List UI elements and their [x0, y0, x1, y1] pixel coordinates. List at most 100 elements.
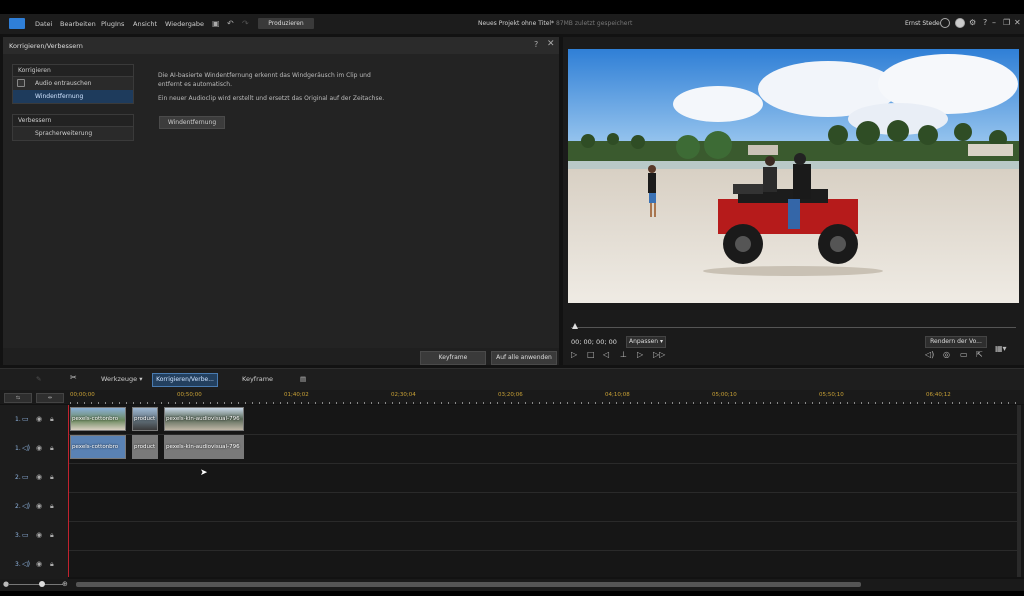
- preview-video-frame[interactable]: [568, 49, 1019, 303]
- track-header: 1. ▭ ◉ 🔒︎: [0, 405, 68, 434]
- cut-icon[interactable]: ✂: [70, 373, 77, 382]
- menu-datei[interactable]: Datei: [35, 20, 52, 28]
- fix-enhance-button[interactable]: Korrigieren/Verbe...: [152, 373, 218, 387]
- visibility-icon[interactable]: ◉: [36, 415, 42, 423]
- audio-clip[interactable]: pexels-cottonbro: [70, 435, 126, 459]
- camera-icon[interactable]: ◎: [943, 350, 950, 359]
- horizontal-scrollbar[interactable]: [76, 582, 861, 587]
- lock-icon[interactable]: 🔒︎: [50, 531, 54, 540]
- timeline-vertical-scrollbar[interactable]: [1017, 405, 1021, 577]
- track-label: 2.: [15, 503, 21, 510]
- track-video-1[interactable]: 1. ▭ ◉ 🔒︎ pexels-cottonbro product pexel…: [0, 405, 1018, 435]
- help-icon[interactable]: ?: [983, 18, 987, 27]
- prev-frame-icon[interactable]: ◁: [603, 350, 609, 359]
- timeline-playhead[interactable]: [68, 405, 69, 577]
- zoom-in-icon[interactable]: ⊕: [62, 580, 68, 588]
- lock-icon[interactable]: 🔒︎: [50, 560, 54, 569]
- undo-icon[interactable]: ↶: [227, 19, 234, 28]
- track-video-3[interactable]: 3. ▭ ◉ 🔒︎: [0, 521, 1018, 551]
- redo-icon[interactable]: ↷: [242, 19, 249, 28]
- panel-close-icon[interactable]: ✕: [547, 39, 555, 49]
- track-video-2[interactable]: 2. ▭ ◉ 🔒︎ ➤: [0, 463, 1018, 493]
- track-audio-1[interactable]: 1. ◁) ◉ 🔒︎ pexels-cottonbro product pexe…: [0, 434, 1018, 464]
- track-audio-2[interactable]: 2. ◁) ◉ 🔒︎: [0, 492, 1018, 522]
- timeline-toolbar: ✎ ✂ Werkzeuge ▾ Korrigieren/Verbe... Key…: [0, 368, 1024, 390]
- menu-wiedergabe[interactable]: Wiedergabe: [165, 20, 204, 28]
- option-audio-entrauschen[interactable]: Audio entrauschen: [13, 77, 133, 90]
- audio-clip[interactable]: product: [132, 435, 158, 459]
- track-manager-button[interactable]: ⇆: [4, 393, 32, 403]
- option-label: Audio entrauschen: [35, 80, 92, 87]
- timeline-scroll-area: ● ⊕: [0, 579, 1024, 591]
- track-audio-3[interactable]: 3. ◁) ◉ 🔒︎: [0, 550, 1018, 580]
- wind-removal-button[interactable]: Windentfernung: [159, 116, 225, 129]
- quality-icon[interactable]: ▦▾: [995, 344, 1007, 353]
- panel-help-icon[interactable]: ?: [534, 40, 538, 49]
- app-logo-icon[interactable]: [9, 18, 25, 29]
- undock-icon[interactable]: ⇱: [976, 350, 983, 359]
- menu-ansicht[interactable]: Ansicht: [133, 20, 157, 28]
- account-icon[interactable]: [940, 18, 950, 28]
- subtitle-icon[interactable]: ▤: [300, 375, 306, 383]
- visibility-icon[interactable]: ◉: [36, 502, 42, 510]
- play-icon[interactable]: ▷: [571, 350, 577, 359]
- clip-label: pexels-cottonbro: [72, 444, 119, 450]
- fast-forward-icon[interactable]: ▷▷: [653, 350, 665, 359]
- apply-all-button[interactable]: Auf alle anwenden: [491, 351, 557, 365]
- notification-icon[interactable]: [955, 18, 965, 28]
- checkbox-icon[interactable]: [17, 79, 25, 87]
- lock-icon[interactable]: 🔒︎: [50, 502, 54, 511]
- video-clip[interactable]: product: [132, 407, 158, 431]
- display-icon[interactable]: ▭: [960, 350, 968, 359]
- zoom-slider[interactable]: [8, 584, 63, 585]
- description-text: Die AI-basierte Windentfernung erkennt d…: [158, 72, 371, 88]
- save-icon[interactable]: ▣: [212, 19, 220, 28]
- clip-label: product: [134, 416, 156, 422]
- menu-plugins[interactable]: PlugIns: [101, 20, 124, 28]
- option-label: Spracherweiterung: [35, 130, 93, 137]
- restore-icon[interactable]: ❐: [1003, 18, 1010, 27]
- video-track-icon: ▭: [22, 531, 29, 539]
- visibility-icon[interactable]: ◉: [36, 444, 42, 452]
- option-windentfernung[interactable]: Windentfernung: [13, 90, 133, 103]
- lock-icon[interactable]: 🔒︎: [50, 415, 54, 424]
- settings-icon[interactable]: ⚙: [969, 18, 976, 27]
- menu-bearbeiten[interactable]: Bearbeiten: [60, 20, 96, 28]
- preview-window: 00; 00; 00; 00 Anpassen ▾ Rendern der Vo…: [563, 37, 1024, 365]
- video-clip[interactable]: pexels-kin-audiovisual-796: [164, 407, 244, 431]
- visibility-icon[interactable]: ◉: [36, 473, 42, 481]
- fit-timeline-button[interactable]: ⇹: [36, 393, 64, 403]
- fix-enhance-panel: Korrigieren/Verbessern ? ✕ Korrigieren A…: [3, 37, 559, 365]
- render-preview-button[interactable]: Rendern der Vo...: [925, 336, 987, 348]
- tools-dropdown[interactable]: Werkzeuge ▾: [101, 375, 142, 383]
- volume-icon[interactable]: ◁): [925, 350, 934, 359]
- option-spracherweiterung[interactable]: Spracherweiterung: [13, 127, 133, 140]
- lock-icon[interactable]: 🔒︎: [50, 473, 54, 482]
- zoom-slider-handle[interactable]: [39, 581, 45, 587]
- stop-icon[interactable]: □: [587, 350, 595, 359]
- visibility-icon[interactable]: ◉: [36, 560, 42, 568]
- video-track-icon: ▭: [22, 415, 29, 423]
- panel-header: Korrigieren/Verbessern ? ✕: [3, 37, 559, 54]
- snapshot-frame-icon[interactable]: ⊥: [620, 350, 627, 359]
- lock-icon[interactable]: 🔒︎: [50, 444, 54, 453]
- ruler-tick: 05;00;10: [712, 392, 737, 398]
- pen-icon[interactable]: ✎: [36, 375, 41, 383]
- preview-scrubber[interactable]: [571, 327, 1016, 328]
- audio-clip[interactable]: pexels-kin-audiovisual-796: [164, 435, 244, 459]
- next-frame-icon[interactable]: ▷: [637, 350, 643, 359]
- produce-button[interactable]: Produzieren: [258, 18, 314, 29]
- track-header: 3. ▭ ◉ 🔒︎: [0, 521, 68, 550]
- minimize-icon[interactable]: –: [992, 18, 996, 27]
- video-track-icon: ▭: [22, 473, 29, 481]
- timeline-ruler[interactable]: ⇆ ⇹ 00;00;00 00;50;00 01;40;02 02;30;04 …: [0, 390, 1024, 404]
- user-name[interactable]: Ernst Stede: [905, 20, 940, 27]
- timecode-display[interactable]: 00; 00; 00; 00: [571, 338, 617, 346]
- keyframe-button[interactable]: Keyframe: [420, 351, 486, 365]
- video-clip[interactable]: pexels-cottonbro: [70, 407, 126, 431]
- close-window-icon[interactable]: ✕: [1014, 18, 1021, 27]
- visibility-icon[interactable]: ◉: [36, 531, 42, 539]
- scrubber-handle-icon[interactable]: [572, 323, 578, 329]
- keyframe-tab[interactable]: Keyframe: [242, 375, 273, 383]
- fit-dropdown[interactable]: Anpassen ▾: [626, 336, 666, 348]
